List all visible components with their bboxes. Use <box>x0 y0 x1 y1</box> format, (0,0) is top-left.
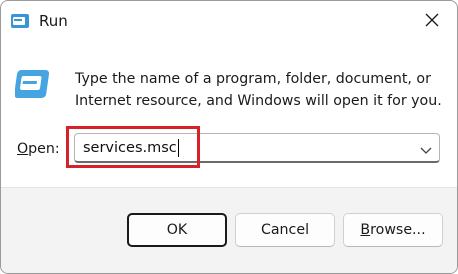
run-program-icon <box>14 67 55 103</box>
open-input[interactable]: services.msc <box>83 139 179 157</box>
chevron-down-icon[interactable] <box>419 142 433 154</box>
title-bar: Run <box>1 1 457 41</box>
ok-button[interactable]: OK <box>127 213 227 247</box>
open-label: Open: <box>17 141 60 157</box>
dialog-description: Type the name of a program, folder, docu… <box>75 71 442 109</box>
button-bar: OK Cancel Browse... <box>1 187 457 273</box>
text-caret <box>177 139 179 157</box>
window-title: Run <box>39 12 68 30</box>
dialog-body: Type the name of a program, folder, docu… <box>1 41 457 187</box>
close-button[interactable] <box>417 7 447 35</box>
open-combobox[interactable]: services.msc <box>74 133 440 163</box>
browse-button[interactable]: Browse... <box>343 213 443 247</box>
cancel-button[interactable]: Cancel <box>235 213 335 247</box>
run-dialog: Run Type the name of a program, folder, … <box>0 0 458 274</box>
run-icon <box>10 12 30 30</box>
close-icon <box>425 12 439 31</box>
